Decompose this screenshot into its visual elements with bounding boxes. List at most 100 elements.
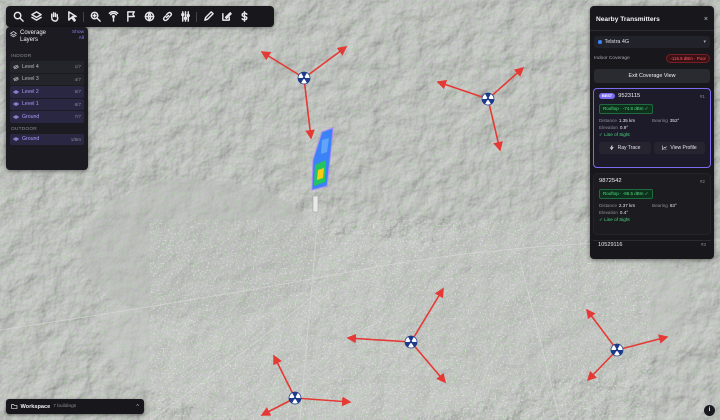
transmitter-id: 10529116 xyxy=(598,242,623,248)
layers-title: Coverage Layers xyxy=(10,30,54,44)
layer-count: 6/7 xyxy=(74,101,81,107)
chevron-down-icon: ▾ xyxy=(703,39,706,45)
eye-icon[interactable] xyxy=(13,101,19,107)
outdoor-section-label: OUTDOOR xyxy=(11,126,37,132)
close-icon[interactable]: × xyxy=(704,16,708,23)
layer-row[interactable]: Level 4 1/7 xyxy=(10,61,84,73)
eye-icon[interactable] xyxy=(13,136,19,142)
search-icon xyxy=(13,11,24,22)
transmitter-rank: #3 xyxy=(700,242,706,247)
bearing-stat: Bearing 352° xyxy=(652,118,680,123)
show-all-link[interactable]: Show All xyxy=(68,30,84,41)
layer-name-wrap: Level 4 xyxy=(13,64,39,70)
network-dot-icon xyxy=(598,40,602,44)
workspace-label: Workspace xyxy=(20,403,51,410)
chevron-up-icon[interactable]: ^ xyxy=(136,404,139,410)
layer-name-wrap: Ground xyxy=(13,136,39,142)
layer-name: Ground xyxy=(22,113,40,120)
layer-count: 1/5m xyxy=(70,136,81,142)
elevation-stat: Elevation 0.9° xyxy=(599,124,629,130)
layer-name-wrap: Level 1 xyxy=(13,101,39,107)
chart-line-icon xyxy=(662,145,667,151)
transmitter-stats: Distance 2.37 km Bearing 63° Elevation 0.4° xyxy=(599,203,705,215)
map-toolbar xyxy=(6,6,274,27)
eye-icon[interactable] xyxy=(13,89,19,95)
search-tool-button[interactable] xyxy=(10,9,26,25)
layer-count: 4/7 xyxy=(74,76,81,82)
draw-tool-button[interactable] xyxy=(200,9,216,25)
cursor-icon xyxy=(67,11,77,22)
layers-icon xyxy=(10,31,17,38)
layer-row[interactable]: Ground 1/5m xyxy=(10,133,84,145)
edit-tool-button[interactable] xyxy=(218,9,234,25)
eye-off-icon[interactable] xyxy=(13,64,19,70)
layers-tool-button[interactable] xyxy=(28,9,44,25)
transmitter-card[interactable]: 9872542 #2 Rooftop · -86.5 dBm ✓ Distanc… xyxy=(593,173,711,235)
select-tool-button[interactable] xyxy=(64,9,80,25)
panel-title: Nearby Transmitters xyxy=(596,15,660,23)
cost-tool-button[interactable] xyxy=(236,9,252,25)
layer-row[interactable]: Ground 7/7 xyxy=(10,111,84,123)
info-icon[interactable]: i xyxy=(704,405,715,416)
network-label: Telstra 4G xyxy=(604,39,630,45)
layer-row[interactable]: Level 1 6/7 xyxy=(10,98,84,110)
layer-name: Level 1 xyxy=(22,101,39,108)
link-icon xyxy=(162,11,172,22)
transmitter-card[interactable]: BEST 9523115 #1 Rooftop · -74.8 dBm ✓ Di… xyxy=(593,88,711,168)
network-value: Telstra 4G xyxy=(598,39,629,45)
layer-name-wrap: Level 3 xyxy=(13,76,39,82)
layer-name: Level 4 xyxy=(22,63,39,70)
layer-row[interactable]: Level 3 4/7 xyxy=(10,73,84,85)
divider xyxy=(590,30,714,31)
distance-stat: Distance 1.35 km xyxy=(599,118,636,123)
signal-icon xyxy=(108,11,118,22)
transmitter-id: 9872542 xyxy=(599,178,622,184)
layers-title-text: Coverage Layers xyxy=(20,30,47,43)
panel-header: Nearby Transmitters × xyxy=(590,6,714,26)
card-header: 9872542 #2 xyxy=(599,178,705,184)
link-tool-button[interactable] xyxy=(159,9,175,25)
layer-count: 7/7 xyxy=(74,114,81,120)
card-header: BEST 9523115 #1 xyxy=(599,93,705,99)
layer-name: Ground xyxy=(22,136,40,143)
layer-name: Level 3 xyxy=(22,76,39,83)
folder-icon xyxy=(11,404,18,410)
hand-icon xyxy=(50,12,58,22)
workspace-bar[interactable]: Workspace 7 buildings ^ xyxy=(6,399,144,414)
exit-coverage-view-button[interactable]: Exit Coverage View xyxy=(594,69,710,83)
indoor-section-label: INDOOR xyxy=(11,54,32,59)
view-profile-label: View Profile xyxy=(670,144,697,151)
zoom-icon xyxy=(90,11,101,22)
best-badge: BEST xyxy=(599,93,616,99)
ray-trace-button[interactable]: Ray Trace xyxy=(599,141,651,154)
globe-tool-button[interactable] xyxy=(141,9,157,25)
eye-off-icon[interactable] xyxy=(13,76,19,82)
layers-header: Coverage Layers Show All xyxy=(10,30,84,50)
zoom-tool-button[interactable] xyxy=(87,9,103,25)
indoor-coverage-row: Indoor Coverage -115.5 dBm · Poor xyxy=(594,54,710,63)
pen-icon xyxy=(203,11,214,21)
adjust-tool-button[interactable] xyxy=(177,9,193,25)
workspace-subtitle: 7 buildings xyxy=(53,404,77,409)
layer-name: Level 2 xyxy=(22,88,39,95)
signal-tool-button[interactable] xyxy=(105,9,121,25)
layer-row[interactable]: Level 2 5/7 xyxy=(10,86,84,98)
indoor-coverage-label: Indoor Coverage xyxy=(594,56,630,61)
globe-icon xyxy=(144,11,154,22)
view-profile-button[interactable]: View Profile xyxy=(653,141,705,154)
layer-name-wrap: Level 2 xyxy=(13,89,39,95)
ray-icon xyxy=(609,145,614,150)
pan-tool-button[interactable] xyxy=(46,9,62,25)
flag-tool-button[interactable] xyxy=(123,9,139,25)
ray-trace-label: Ray Trace xyxy=(617,144,641,151)
card-id-wrap: BEST 9523115 xyxy=(599,93,640,99)
eye-icon[interactable] xyxy=(13,114,19,120)
network-select[interactable]: Telstra 4G ▾ xyxy=(594,36,710,48)
edit-icon xyxy=(221,12,232,21)
layer-count: 1/7 xyxy=(74,64,81,70)
transmitter-card-peek[interactable]: 10529116 #3 xyxy=(593,240,711,249)
bearing-stat: Bearing 63° xyxy=(652,203,677,208)
transmitter-id: 9523115 xyxy=(618,93,641,99)
sliders-icon xyxy=(180,11,190,22)
transmitter-rank: #1 xyxy=(699,93,705,99)
